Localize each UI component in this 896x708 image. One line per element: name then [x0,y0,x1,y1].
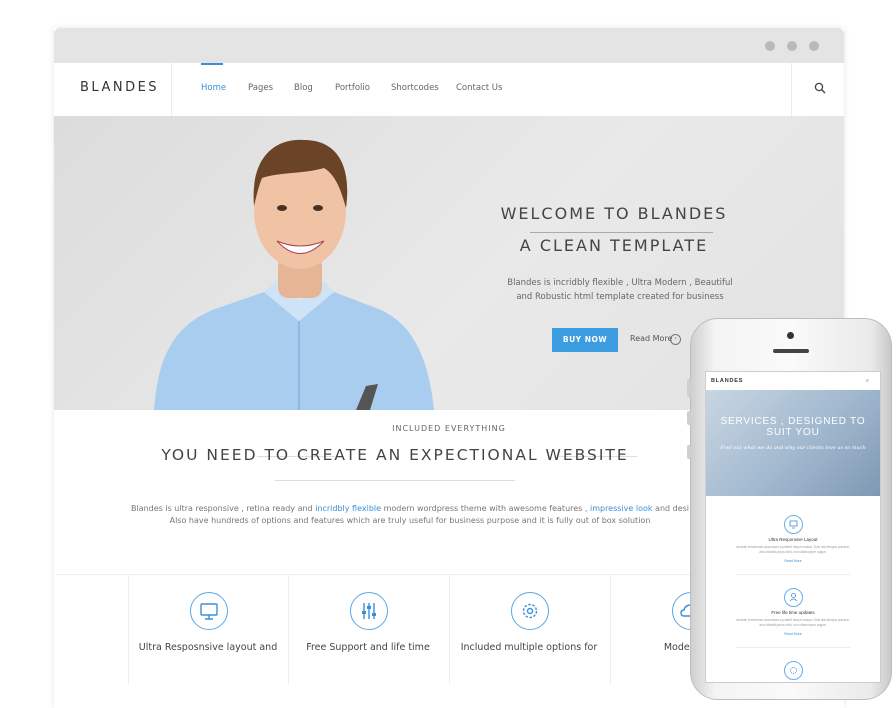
section-eyebrow: INCLUDED EVERYTHING [392,424,506,433]
nav-item-blog[interactable]: Blog [294,83,313,93]
mobile-hero: SERVICES , DESIGNED TO SUIT YOU Find out… [706,390,880,496]
phone-side-button [687,379,691,397]
nav-divider [171,63,172,116]
highlight-link[interactable]: incridbly flexible [315,504,381,513]
hero-text-line: and Robustic html template created for b… [516,292,724,302]
sliders-icon [350,592,388,630]
nav-item-home[interactable]: Home [201,83,226,93]
mobile-feature-title: Free life time updates [771,610,815,615]
window-dot[interactable] [809,41,819,51]
monitor-icon [784,515,803,534]
mobile-hero-title: SERVICES , DESIGNED TO SUIT YOU [720,416,866,438]
window-dot[interactable] [765,41,775,51]
mobile-feature-text: Aenean fermentum accumsan a potenti nequ… [736,545,850,554]
chevron-right-circle-icon[interactable]: › [670,334,681,345]
gear-icon [511,592,549,630]
mobile-divider [736,647,850,648]
phone-camera [787,332,794,339]
monitor-icon [190,592,228,630]
hero-text-line: Blandes is incridbly flexible , Ultra Mo… [507,278,733,288]
text-fragment: modern wordpress theme with awesome feat… [381,504,590,513]
text-fragment: and desi [652,504,690,513]
nav-active-indicator [201,63,223,65]
text-fragment: Blandes is ultra responsive , retina rea… [130,504,316,513]
feature-card: Included multiple options for [449,574,609,684]
feature-label: Free Support and life time [306,642,430,653]
phone-side-button [687,411,691,425]
section-title: YOU NEED TO CREATE AN EXPECTIONAL WEBSIT… [161,446,629,464]
read-more-link[interactable]: Read More [630,334,672,343]
browser-chrome-bar [54,28,844,63]
feature-label: Ultra Resposnsive layout and [138,642,278,653]
user-icon [784,588,803,607]
section-description: Blandes is ultra responsive , retina rea… [110,503,710,527]
mobile-logo[interactable]: BLANDES [711,378,743,384]
nav-divider [791,63,792,116]
hero-divider [530,232,713,233]
hero-person-image [154,139,434,410]
mobile-read-more-link[interactable]: Read More [706,559,880,563]
gear-icon [784,661,803,680]
section-text-line-2: Also have hundreds of options and featur… [169,516,651,525]
section-divider [275,480,515,481]
window-dot[interactable] [787,41,797,51]
mobile-feature-title: Ultra Responsive Layout [768,537,818,542]
mobile-header: BLANDES ≡ [706,372,880,391]
phone-screen: BLANDES ≡ SERVICES , DESIGNED TO SUIT YO… [705,371,881,683]
section-text-line-1: Blandes is ultra responsive , retina rea… [110,503,710,515]
nav-item-shortcodes[interactable]: Shortcodes [391,83,439,93]
phone-side-button [687,445,691,459]
phone-speaker [773,349,809,353]
mobile-read-more-link[interactable]: Read More [706,632,880,636]
menu-icon[interactable]: ≡ [866,378,869,384]
search-icon[interactable] [814,82,826,94]
mobile-divider [736,574,850,575]
hero-title: WELCOME TO BLANDES [500,204,728,223]
phone-mockup: BLANDES ≡ SERVICES , DESIGNED TO SUIT YO… [687,318,892,700]
hero-description: Blandes is incridbly flexible , Ultra Mo… [502,276,738,304]
hero-subtitle: A CLEAN TEMPLATE [519,236,709,255]
nav-item-pages[interactable]: Pages [248,83,273,93]
buy-now-button[interactable]: BUY NOW [552,328,618,352]
feature-label: Included multiple options for [460,642,598,653]
site-logo[interactable]: BLANDES [80,80,159,95]
mobile-hero-subtitle: Find out what we do and why our clients … [720,445,866,451]
nav-item-portfolio[interactable]: Portfolio [335,83,370,93]
highlight-link[interactable]: impressive look [590,504,653,513]
nav-item-contact-us[interactable]: Contact Us [456,83,502,93]
feature-card: Ultra Resposnsive layout and [128,574,288,684]
feature-card: Free Support and life time [288,574,448,684]
mobile-feature-text: Aenean fermentum accumsan a potenti nequ… [736,618,850,627]
main-navigation: BLANDES Home Pages Blog Portfolio Shortc… [54,63,844,117]
